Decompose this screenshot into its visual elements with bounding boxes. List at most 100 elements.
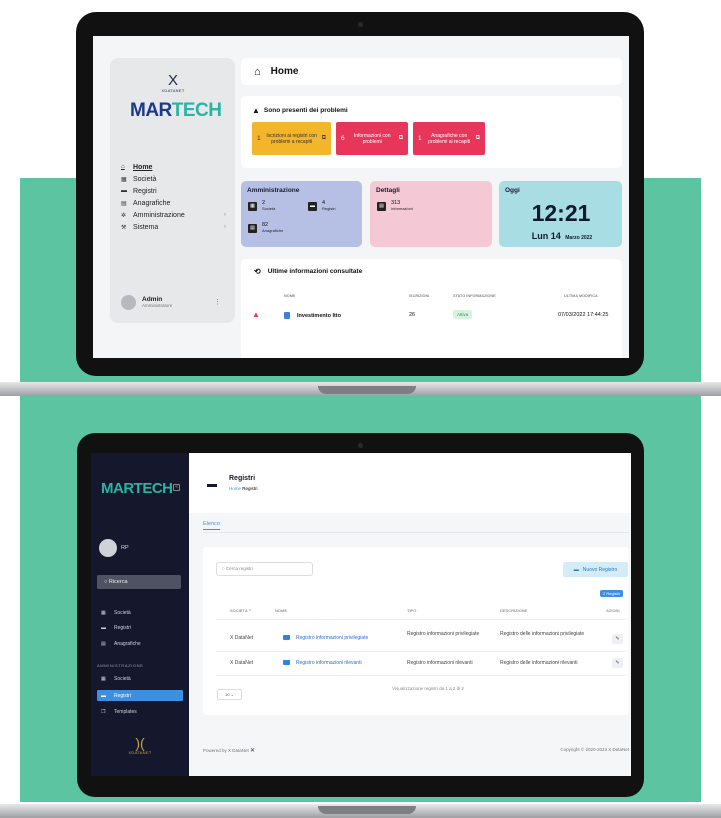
user-role: Amministratore: [142, 303, 173, 308]
chevron-right-icon: ›: [224, 224, 226, 230]
search-button[interactable]: ○ Ricerca: [97, 575, 181, 589]
column-header[interactable]: TIPO: [407, 608, 416, 613]
problems-title: Sono presenti dei problemi: [263, 107, 348, 114]
tab-elenco[interactable]: Elenco: [203, 521, 220, 530]
history-icon: ⟲: [254, 267, 261, 276]
today-tile: Oggi 12:21 Lun 14 Marzo 2022: [499, 181, 622, 247]
collapse-sidebar-button[interactable]: «: [173, 484, 180, 491]
tools-icon: ⚒: [121, 224, 127, 231]
registers-screen: MARTECH « RP ○ Ricerca ▦ Società ▬ Registr…: [91, 453, 631, 776]
column-header[interactable]: NOME: [275, 608, 287, 613]
building-icon: ▦: [101, 675, 106, 682]
clock-time: 12:21: [531, 200, 591, 226]
cell-register-name[interactable]: Registro informazioni rilevanti: [283, 660, 362, 667]
webcam: [358, 22, 363, 27]
sidebar-item-anagrafiche[interactable]: ▤ Anagrafiche: [97, 638, 183, 649]
avatar: [121, 294, 136, 310]
laptop-notch: [318, 386, 416, 394]
webcam: [358, 443, 363, 448]
breadcrumb-home[interactable]: Home: [229, 486, 241, 491]
document-icon: ▤: [377, 201, 386, 211]
edit-icon[interactable]: ✎: [612, 634, 623, 644]
sidebar-item-societa[interactable]: ▦ Società: [121, 173, 226, 185]
building-icon: ▦: [248, 201, 257, 211]
breadcrumb-current: Registri: [242, 486, 258, 491]
sidebar-item-registri[interactable]: ▬ Registri: [121, 185, 226, 197]
sidebar-item-anagrafiche[interactable]: ▤ Anagrafiche: [121, 197, 226, 209]
cell-register-name[interactable]: Registro informazioni privilegiate: [283, 635, 368, 642]
sidebar-item-templates[interactable]: ❐ Templates: [97, 706, 183, 717]
edit-icon[interactable]: ✎: [612, 658, 623, 668]
search-icon: ○: [104, 579, 108, 585]
row-divider: [216, 651, 626, 652]
recent-row-name[interactable]: Investimento Itto: [284, 312, 341, 319]
page-size-select[interactable]: 10 ⌄: [217, 689, 242, 700]
xdatanet-logo: X XDATANET: [161, 72, 185, 93]
column-header[interactable]: DESCRIZIONE: [500, 608, 527, 613]
building-icon: ▦: [121, 176, 127, 183]
page-title: Registri: [229, 475, 256, 482]
user-profile[interactable]: Admin Amministratore ⋮: [121, 291, 221, 313]
folder-icon: ▬: [207, 479, 217, 490]
id-card-icon: ▤: [101, 640, 106, 647]
profiles-stat[interactable]: ▤ 82 Anagrafiche: [248, 222, 283, 233]
sidebar: X XDATANET MARTECH ⌂ Home ▦ Società ▬ Regis…: [110, 58, 235, 323]
folder-icon: ▬: [101, 624, 106, 631]
sidebar-item-registri[interactable]: ▬ Registri: [97, 622, 183, 633]
cell-type: Registro informazioni privilegiate: [407, 631, 480, 637]
more-options-icon[interactable]: ⋮: [214, 298, 221, 306]
registers-list-card: ○ Cerca registri ▬ Nuovo Registro 2 Regis…: [203, 547, 629, 715]
sidebar-item-admin-registri[interactable]: ▬ Registri: [97, 690, 183, 701]
sidebar-item-admin-societa[interactable]: ▦ Società: [97, 673, 183, 684]
column-header[interactable]: SOCIETÀ ^: [230, 608, 251, 613]
warning-icon: ▲: [252, 106, 260, 115]
tab-divider: [203, 532, 629, 533]
page-header: ⌂ Home: [241, 58, 622, 85]
companies-stat[interactable]: ▦ 2 Società: [248, 200, 275, 211]
administration-tile: Amministrazione ▦ 2 Società ▬ 4 Registri ▤ 82…: [241, 181, 362, 247]
sidebar-item-sistema[interactable]: ⚒ Sistema ›: [121, 221, 226, 233]
problems-panel: ▲ Sono presenti dei problemi 1 Iscrizioni …: [241, 96, 622, 168]
folder-icon: ▬: [308, 201, 317, 211]
folder-icon: [283, 660, 290, 666]
recent-title: Ultime informazioni consultate: [267, 268, 363, 275]
sidebar-item-societa[interactable]: ▦ Società: [97, 607, 183, 618]
external-link-icon: ⧉: [475, 135, 480, 141]
home-icon: ⌂: [121, 164, 125, 170]
footer-powered-by: Powered by X DataNet ✕: [203, 748, 256, 754]
problem-chip[interactable]: 1 Anagrafiche con problemi ai recapiti ⧉: [413, 122, 485, 155]
user-initials: RP: [121, 545, 129, 551]
laptop-notch: [318, 806, 416, 814]
avatar[interactable]: [99, 539, 117, 557]
chevron-right-icon: ›: [224, 212, 226, 218]
breadcrumb: Home Registri: [229, 486, 258, 491]
search-input[interactable]: ○ Cerca registri: [216, 562, 313, 576]
new-register-button[interactable]: ▬ Nuovo Registro: [563, 562, 628, 577]
page-title: Home: [270, 66, 299, 77]
column-header: ULTIMA MODIFICA: [564, 294, 598, 298]
column-header: ISCRIZIONI: [409, 294, 430, 298]
martech-logo: MARTECH: [130, 100, 222, 121]
recent-info-panel: ⟲ Ultime informazioni consultate NOME ISC…: [241, 259, 622, 358]
page: { "screen1": { "sidebar": { "logo_mark":…: [0, 0, 721, 818]
column-header: STATO INFORMAZIONE: [453, 294, 496, 298]
sidebar-item-amministrazione[interactable]: ✲ Amministrazione ›: [121, 209, 226, 221]
page-header: [189, 453, 631, 513]
row-divider: [216, 619, 626, 620]
xdatanet-icon: ✕: [250, 748, 256, 754]
external-link-icon: ⧉: [398, 135, 403, 141]
document-icon: [284, 312, 290, 319]
sidebar-item-home[interactable]: ⌂ Home: [121, 161, 226, 173]
recent-row-modified: 07/03/2022 17:44:25: [558, 312, 609, 318]
problem-chip[interactable]: 6 Informazioni con problemi ⧉: [336, 122, 408, 155]
sidebar: MARTECH « RP ○ Ricerca ▦ Società ▬ Registr…: [91, 453, 189, 776]
information-stat[interactable]: ▤ 313 Informazioni: [377, 200, 413, 211]
sidebar-nav: ⌂ Home ▦ Società ▬ Registri ▤ Anagrafiche ✲ A…: [121, 161, 226, 233]
sidebar-section-title: AMMINISTRAZIONE: [97, 663, 144, 668]
problem-chip[interactable]: 1 Iscrizioni ai registri con problemi a r…: [252, 122, 331, 155]
cell-description: Registro delle informazioni privilegiate: [500, 631, 585, 637]
cell-company: X DataNet: [230, 660, 254, 666]
xdatanet-logo: )(XDATANET: [128, 735, 152, 755]
registers-stat[interactable]: ▬ 4 Registri: [308, 200, 336, 211]
footer-copyright: Copyright © 2020-2023 X DataNet: [560, 747, 629, 752]
